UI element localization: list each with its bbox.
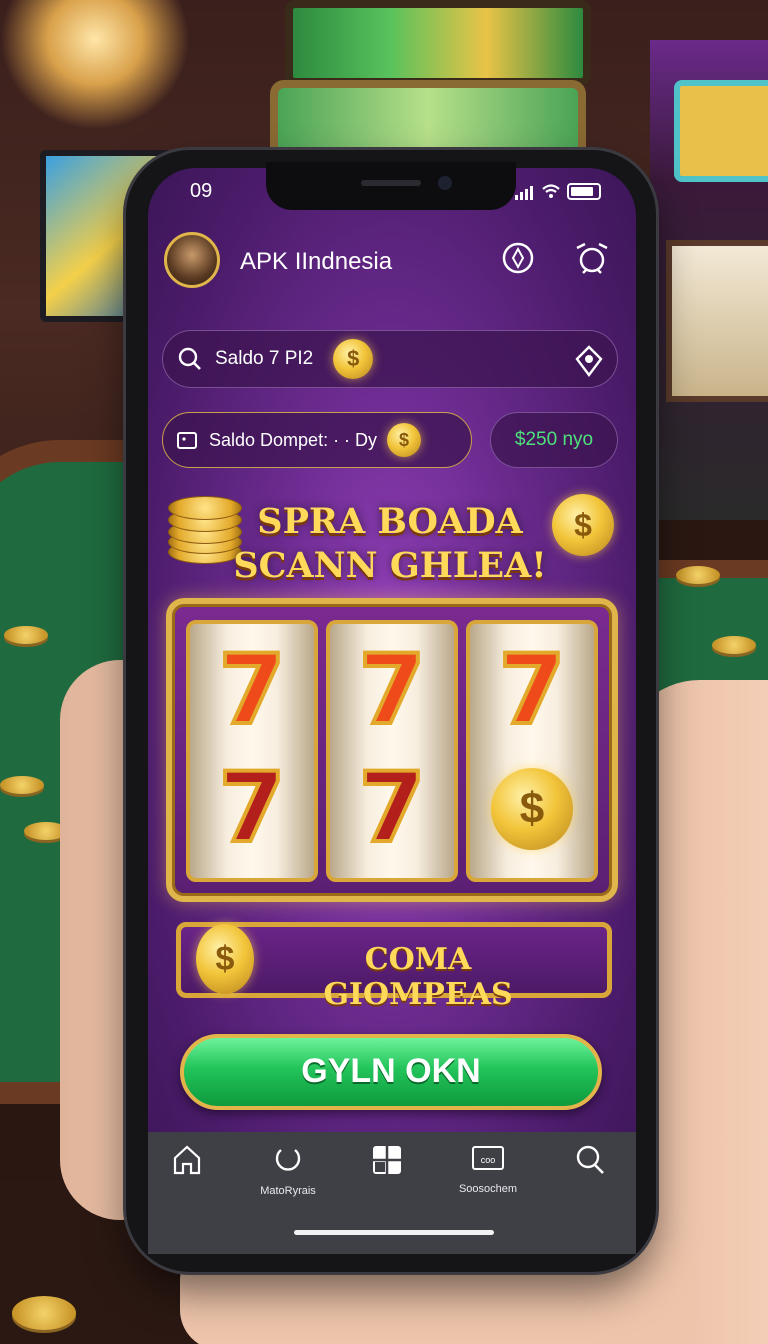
reel-1-bottom-symbol: 7: [217, 752, 288, 864]
home-indicator[interactable]: [294, 1230, 494, 1235]
background-slot-machine-right: [650, 40, 768, 520]
machine-sign: [674, 80, 768, 182]
tab-label: Soosochem: [458, 1183, 518, 1195]
speaker: [361, 180, 421, 186]
coin-icon: $: [196, 924, 254, 994]
location-pin-icon[interactable]: [572, 344, 606, 383]
tab-grid[interactable]: [347, 1144, 427, 1187]
wallet-field[interactable]: Saldo Dompet: · · Dy $: [162, 412, 472, 468]
chip: [676, 566, 720, 584]
spin-button-label[interactable]: GYLN OKN: [180, 1052, 602, 1091]
battery-icon: [567, 182, 601, 200]
coin-icon: $: [552, 494, 614, 556]
phone-notch: [266, 162, 516, 210]
refresh-icon: [248, 1144, 328, 1183]
search-icon: [550, 1144, 630, 1185]
chip: [0, 776, 44, 794]
front-camera: [438, 176, 452, 190]
background-slot-machine-top: [285, 0, 591, 86]
banner-text: COMA GIOMPEAS: [323, 942, 513, 1012]
chip: [4, 626, 48, 644]
balance-value: $250 nyo: [514, 429, 594, 450]
chip: [12, 1296, 76, 1330]
promo-line-1: SPRA BOADA: [257, 501, 523, 542]
reel-2: 7 7: [326, 620, 458, 882]
status-time: 09: [190, 180, 213, 202]
wallet-icon: [177, 432, 197, 449]
coin-icon: $: [333, 339, 374, 379]
compass-icon[interactable]: [498, 240, 538, 280]
reel-3: 7 $: [466, 620, 598, 882]
ticket-icon: coo: [448, 1144, 528, 1181]
alarm-clock-icon[interactable]: [572, 240, 612, 280]
tab-search[interactable]: [550, 1144, 630, 1187]
home-icon: [147, 1144, 227, 1185]
reel-3-top-symbol: 7: [497, 634, 568, 746]
promo-line-2: SCANN GHLEA!: [233, 545, 547, 586]
tab-soosochem[interactable]: coo Soosochem: [448, 1144, 528, 1195]
search-text: Saldo 7 PI2: [215, 348, 314, 369]
tab-home[interactable]: [147, 1144, 227, 1187]
reel-1-top-symbol: 7: [217, 634, 288, 746]
app-title: APK IIndnesia: [240, 248, 393, 275]
coin-icon: $: [387, 423, 422, 457]
wifi-icon: [542, 184, 560, 198]
reel-2-bottom-symbol: 7: [357, 752, 428, 864]
grid-icon: [347, 1144, 427, 1185]
reel-2-top-symbol: 7: [357, 634, 428, 746]
chip: [712, 636, 756, 654]
machine-screen: [666, 240, 768, 402]
avatar[interactable]: [164, 232, 220, 288]
chandelier: [0, 0, 190, 130]
tab-matoryrais[interactable]: MatoRyrais: [248, 1144, 328, 1197]
search-bar[interactable]: Saldo 7 PI2 $: [162, 330, 618, 388]
reel-3-bottom-symbol: $: [491, 768, 573, 850]
signal-icon: [515, 182, 535, 200]
reel-1: 7 7: [186, 620, 318, 882]
status-icons: [515, 182, 601, 200]
tab-label: MatoRyrais: [260, 1185, 316, 1197]
promo-headline: SPRA BOADA SCANN GHLEA!: [180, 500, 600, 588]
balance-badge: $250 nyo: [490, 412, 618, 468]
search-icon: [178, 347, 201, 370]
svg-text:coo: coo: [481, 1155, 496, 1165]
wallet-label: Saldo Dompet: · · Dy: [209, 429, 378, 450]
